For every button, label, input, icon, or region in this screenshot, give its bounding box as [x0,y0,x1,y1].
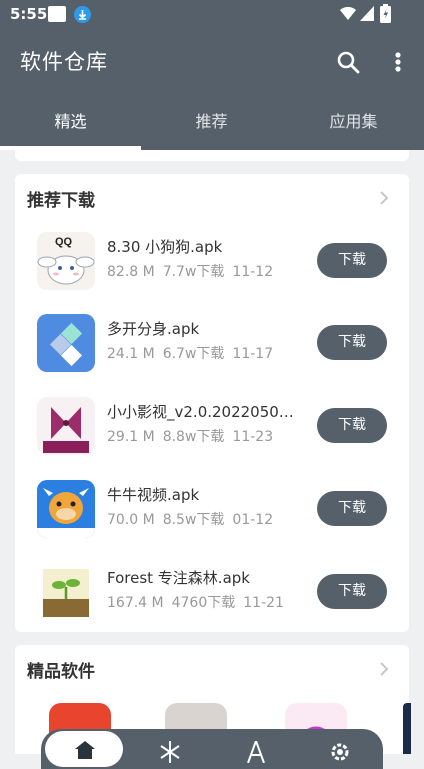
app-date: 11-12 [232,264,274,280]
recommended-more-button[interactable] [379,190,389,205]
app-date: 11-21 [243,595,284,611]
app-downloads: 4760下载 [171,595,236,611]
app-name: 多开分身.apk [107,320,200,338]
previous-card [15,150,409,161]
dual-space-icon [37,314,95,372]
nav-home-button[interactable] [45,731,123,767]
app-meta: 70.0 M 8.5w下载 01-12 [107,509,281,529]
recommended-title: 推荐下载 [27,191,95,211]
app-downloads: 7.7w下载 [162,264,225,280]
forest-sprout-icon [37,563,95,621]
nav-settings-icon[interactable] [329,741,351,763]
download-button[interactable]: 下载 [317,325,387,360]
list-item[interactable]: Forest 专注森林.apk 167.4 M 4760下载 11-21 下载 [15,563,409,645]
featured-more-button[interactable] [379,661,389,676]
search-button[interactable] [334,48,362,76]
wifi-icon [340,7,356,20]
tab-collections[interactable]: 应用集 [283,92,424,150]
app-size: 82.8 M [107,264,155,280]
niuniu-video-icon [37,480,95,538]
featured-title: 精品软件 [27,662,95,682]
app-downloads: 6.7w下载 [162,346,225,362]
app-name: 牛牛视频.apk [107,486,200,504]
notification-app-icon [48,6,66,22]
cinnamoroll-qq-icon: QQ [37,232,95,290]
app-size: 29.1 M [107,429,155,445]
list-item[interactable]: QQ 8.30 小狗狗.apk 82.8 M 7.7w下载 11-12 下载 [15,232,409,314]
app-downloads: 8.8w下载 [162,429,225,445]
nav-sparkle-icon[interactable] [159,741,181,763]
download-button[interactable]: 下载 [317,408,387,443]
list-item[interactable]: 牛牛视频.apk 70.0 M 8.5w下载 01-12 下载 [15,480,409,562]
page-title: 软件仓库 [20,50,108,74]
app-size: 24.1 M [107,346,155,362]
app-meta: 82.8 M 7.7w下载 11-12 [107,261,281,281]
bottom-navigation [41,729,383,769]
recommended-card: 推荐下载 QQ 8.30 小狗狗.apk 82.8 M 7.7w下载 11-12 下… [15,174,409,632]
list-item[interactable]: 小小影视_v2.0.2022050… 29.1 M 8.8w下载 11-23 下载 [15,397,409,479]
tab-recommend[interactable]: 推荐 [141,92,282,150]
search-icon [337,51,360,74]
app-meta: 167.4 M 4760下载 11-21 [107,592,292,612]
nav-explore-icon[interactable] [245,741,267,763]
svg-text:QQ: QQ [55,236,73,248]
download-button[interactable]: 下载 [317,243,387,278]
app-size: 167.4 M [107,595,164,611]
app-bar: 软件仓库 [0,30,424,92]
xiaoxiao-video-icon [37,397,95,455]
list-item[interactable]: 多开分身.apk 24.1 M 6.7w下载 11-17 下载 [15,314,409,396]
tab-label: 精选 [54,112,87,131]
tab-label: 应用集 [329,112,378,131]
more-vert-icon [395,52,401,72]
app-downloads: 8.5w下载 [162,512,225,528]
app-name: Forest 专注森林.apk [107,569,250,587]
app-meta: 24.1 M 6.7w下载 11-17 [107,343,281,363]
tab-featured[interactable]: 精选 [0,92,141,150]
tab-bar: 精选 推荐 应用集 [0,92,424,150]
content-scroll[interactable]: 推荐下载 QQ 8.30 小狗狗.apk 82.8 M 7.7w下载 11-12 下… [0,150,424,754]
app-size: 70.0 M [107,512,155,528]
app-name: 8.30 小狗狗.apk [107,238,223,256]
app-meta: 29.1 M 8.8w下载 11-23 [107,426,281,446]
featured-app-icon[interactable] [403,703,411,754]
app-date: 01-12 [232,512,274,528]
signal-icon [360,6,374,21]
chevron-right-icon [380,191,389,205]
status-time: 5:55 [10,5,48,23]
app-name: 小小影视_v2.0.2022050… [107,403,294,421]
battery-icon [380,4,391,23]
more-options-button[interactable] [387,48,409,76]
download-button[interactable]: 下载 [317,491,387,526]
home-icon [75,741,95,759]
status-bar: 5:55 [0,0,424,30]
app-date: 11-17 [232,346,274,362]
app-date: 11-23 [232,429,274,445]
download-button[interactable]: 下载 [317,574,387,609]
tab-label: 推荐 [195,112,228,131]
download-notification-icon [74,6,91,23]
chevron-right-icon [380,662,389,676]
